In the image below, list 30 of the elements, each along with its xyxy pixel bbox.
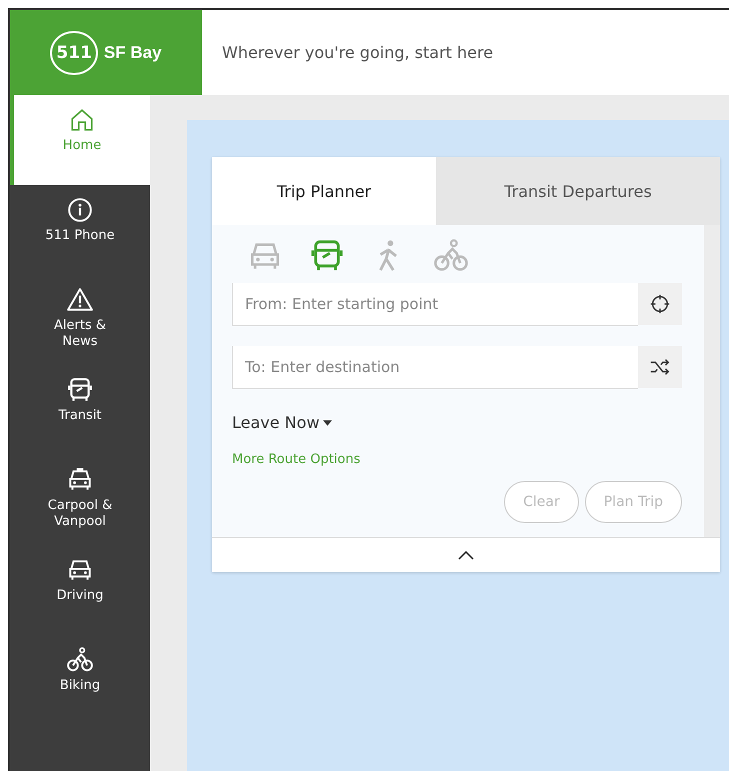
nav-item[interactable]: 511 Phone bbox=[10, 185, 150, 275]
nav-item[interactable]: Transit bbox=[10, 365, 150, 455]
logo-text: SF Bay bbox=[104, 42, 162, 62]
time-dropdown[interactable]: Leave Now bbox=[232, 413, 332, 432]
crosshair-icon bbox=[649, 293, 671, 315]
locate-button[interactable] bbox=[638, 283, 682, 325]
from-field[interactable]: From: Enter starting point bbox=[232, 283, 638, 326]
bicycle-icon bbox=[67, 647, 93, 673]
mode-button[interactable] bbox=[310, 239, 344, 273]
nav-item[interactable]: Carpool & Vanpool bbox=[10, 455, 150, 545]
bicycle-icon bbox=[434, 239, 468, 273]
nav-item[interactable]: Alerts & News bbox=[10, 275, 150, 365]
collapse-icon[interactable] bbox=[458, 550, 474, 560]
tagline: Wherever you're going, start here bbox=[222, 43, 494, 62]
scrollbar[interactable] bbox=[704, 225, 720, 537]
logo-number: 511 bbox=[50, 30, 98, 74]
caret-icon bbox=[322, 420, 332, 426]
warning-icon bbox=[67, 287, 93, 313]
home-icon bbox=[69, 107, 95, 133]
tab[interactable]: Transit Departures bbox=[436, 157, 720, 225]
swap-button[interactable] bbox=[638, 346, 682, 388]
nav-item[interactable]: Driving bbox=[10, 545, 150, 635]
bus-icon bbox=[67, 377, 93, 403]
bus-icon bbox=[310, 239, 344, 273]
to-field[interactable]: To: Enter destination bbox=[232, 346, 638, 389]
mode-button[interactable] bbox=[434, 239, 468, 273]
taxi-icon bbox=[67, 467, 93, 493]
nav-item[interactable]: Biking bbox=[10, 635, 150, 725]
info-icon bbox=[67, 197, 93, 223]
tab[interactable]: Trip Planner bbox=[212, 157, 436, 225]
